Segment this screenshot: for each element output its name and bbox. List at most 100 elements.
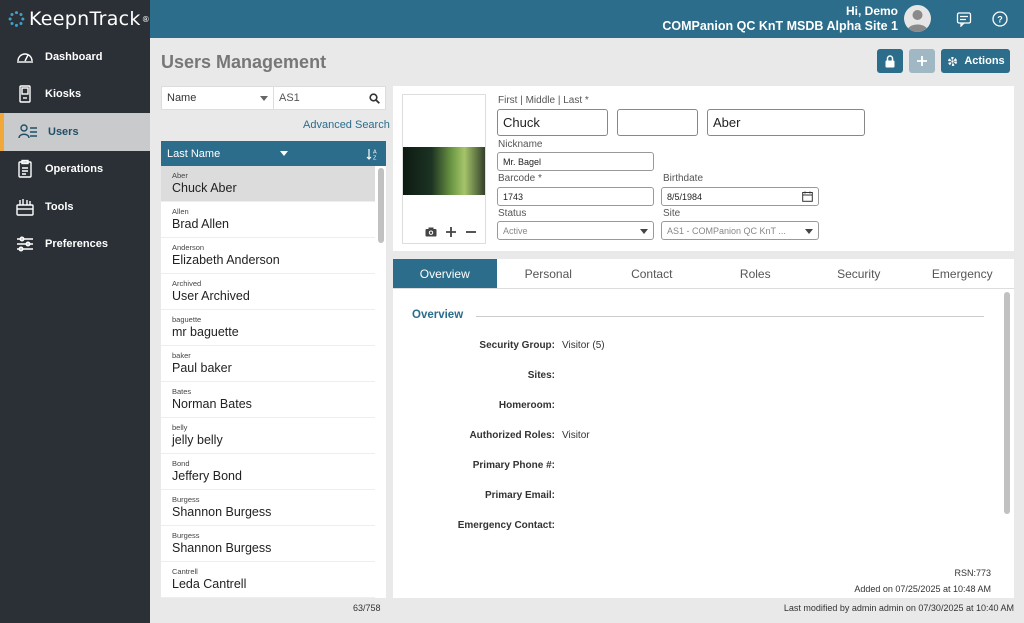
field-value: Visitor (5) [562, 340, 605, 351]
nickname-input[interactable]: Mr. Bagel [497, 152, 654, 171]
field-label: Homeroom: [498, 400, 555, 411]
list-item[interactable]: Burgess Shannon Burgess [161, 490, 375, 526]
field-label: Security Group: [479, 340, 555, 351]
list-item-key: Burgess [172, 495, 200, 504]
list-item[interactable]: Allen Brad Allen [161, 202, 375, 238]
site-label: Site [663, 208, 681, 219]
list-item-key: Burgess [172, 531, 200, 540]
plus-icon [917, 56, 927, 66]
list-item-name: Chuck Aber [172, 181, 237, 195]
logo-icon [8, 11, 25, 27]
caret-down-icon [640, 229, 648, 234]
tab-emergency[interactable]: Emergency [911, 259, 1015, 288]
camera-icon[interactable] [425, 227, 437, 237]
section-title: Overview [412, 309, 464, 321]
list-item-name: Paul baker [172, 361, 232, 375]
photo-tools [425, 226, 477, 238]
search-field-value: Name [167, 92, 197, 104]
caret-down-icon [280, 151, 289, 156]
sidebar-item-preferences[interactable]: Preferences [0, 226, 150, 264]
list-item[interactable]: baguette mr baguette [161, 310, 375, 346]
site-name[interactable]: COMPanion QC KnT MSDB Alpha Site 1 [662, 19, 898, 34]
tab-security[interactable]: Security [807, 259, 911, 288]
status-select[interactable]: Active [497, 221, 654, 240]
list-item[interactable]: Cantrell Leda Cantrell [161, 562, 375, 598]
list-item-name: Norman Bates [172, 397, 252, 411]
list-item[interactable]: Anderson Elizabeth Anderson [161, 238, 375, 274]
list-item-name: Brad Allen [172, 217, 229, 231]
list-item-key: Aber [172, 171, 188, 180]
search-input[interactable]: AS1 [274, 87, 385, 109]
list-item-name: jelly belly [172, 433, 223, 447]
list-item-name: mr baguette [172, 325, 239, 339]
message-icon[interactable] [956, 11, 972, 27]
search-input-value: AS1 [279, 92, 300, 104]
top-header: Hi, Demo COMPanion QC KnT MSDB Alpha Sit… [150, 0, 1024, 38]
actions-button[interactable]: Actions [941, 49, 1010, 73]
sidebar-item-label: Operations [45, 163, 104, 176]
field-label: Primary Phone #: [472, 460, 555, 471]
list-item-key: belly [172, 423, 188, 432]
modified-timestamp: Last modified by admin admin on 07/30/20… [783, 603, 1014, 613]
tab-roles[interactable]: Roles [704, 259, 808, 288]
user-detail-card: First | Middle | Last * Chuck Aber Nickn… [393, 86, 1014, 251]
user-tabs-card: Overview Personal Contact Roles Security… [393, 259, 1014, 598]
section-divider [476, 316, 984, 317]
sidebar-item-users[interactable]: Users [0, 113, 150, 151]
lock-button[interactable] [877, 49, 903, 73]
app-logo[interactable]: KeepnTrack ® [0, 0, 150, 38]
field-label: Emergency Contact: [457, 520, 555, 531]
avatar[interactable] [904, 5, 931, 32]
overview-scrollbar[interactable] [1004, 292, 1010, 514]
list-item-key: Archived [172, 279, 202, 288]
caret-down-icon [805, 229, 813, 234]
list-item-key: Cantrell [172, 567, 198, 576]
add-button[interactable] [909, 49, 935, 73]
sort-column-select[interactable]: Last Name [167, 148, 289, 160]
first-name-input[interactable]: Chuck [497, 109, 608, 136]
barcode-input[interactable]: 1743 [497, 187, 654, 206]
list-item[interactable]: Burgess Shannon Burgess [161, 526, 375, 562]
advanced-search-link[interactable]: Advanced Search [303, 119, 390, 131]
list-item[interactable]: belly jelly belly [161, 418, 375, 454]
sidebar-item-dashboard[interactable]: Dashboard [0, 38, 150, 76]
page-title: Users Management [161, 52, 327, 72]
last-name-input[interactable]: Aber [707, 109, 865, 136]
list-item[interactable]: Bond Jeffery Bond [161, 454, 375, 490]
caret-down-icon [260, 95, 268, 101]
tab-overview[interactable]: Overview [393, 259, 497, 288]
list-scrollbar[interactable] [378, 168, 384, 243]
list-item-key: Bates [172, 387, 192, 396]
sidebar-item-tools[interactable]: Tools [0, 188, 150, 226]
list-item-name: User Archived [172, 289, 250, 303]
site-select[interactable]: AS1 - COMPanion QC KnT ... [661, 221, 819, 240]
name-label: First | Middle | Last * [498, 95, 589, 106]
user-photo [403, 147, 485, 195]
sidebar-item-operations[interactable]: Operations [0, 151, 150, 189]
search-icon[interactable] [369, 92, 380, 104]
field-label: Primary Email: [484, 490, 555, 501]
help-icon[interactable]: ? [992, 11, 1008, 27]
list-item[interactable]: Archived User Archived [161, 274, 375, 310]
search-bar: Name AS1 [161, 86, 386, 110]
tab-personal[interactable]: Personal [497, 259, 601, 288]
record-rsn: RSN:773 [954, 568, 991, 578]
site-value: AS1 - COMPanion QC KnT ... [667, 225, 786, 236]
minus-icon[interactable] [465, 226, 477, 238]
sidebar-item-kiosks[interactable]: Kiosks [0, 76, 150, 114]
tab-contact[interactable]: Contact [600, 259, 704, 288]
field-value: Visitor [562, 430, 590, 441]
birthdate-input[interactable]: 8/5/1984 [661, 187, 819, 206]
search-field-select[interactable]: Name [162, 87, 274, 109]
list-item[interactable]: Aber Chuck Aber [161, 166, 375, 202]
list-item[interactable]: Bates Norman Bates [161, 382, 375, 418]
list-item-key: baguette [172, 315, 202, 324]
plus-icon[interactable] [445, 226, 457, 238]
barcode-label: Barcode * [498, 173, 542, 184]
sliders-icon [17, 236, 33, 252]
nickname-label: Nickname [498, 139, 543, 150]
middle-name-input[interactable] [617, 109, 698, 136]
calendar-icon[interactable] [802, 191, 813, 202]
sort-direction-icon[interactable]: AZ [366, 148, 380, 160]
list-item[interactable]: baker Paul baker [161, 346, 375, 382]
